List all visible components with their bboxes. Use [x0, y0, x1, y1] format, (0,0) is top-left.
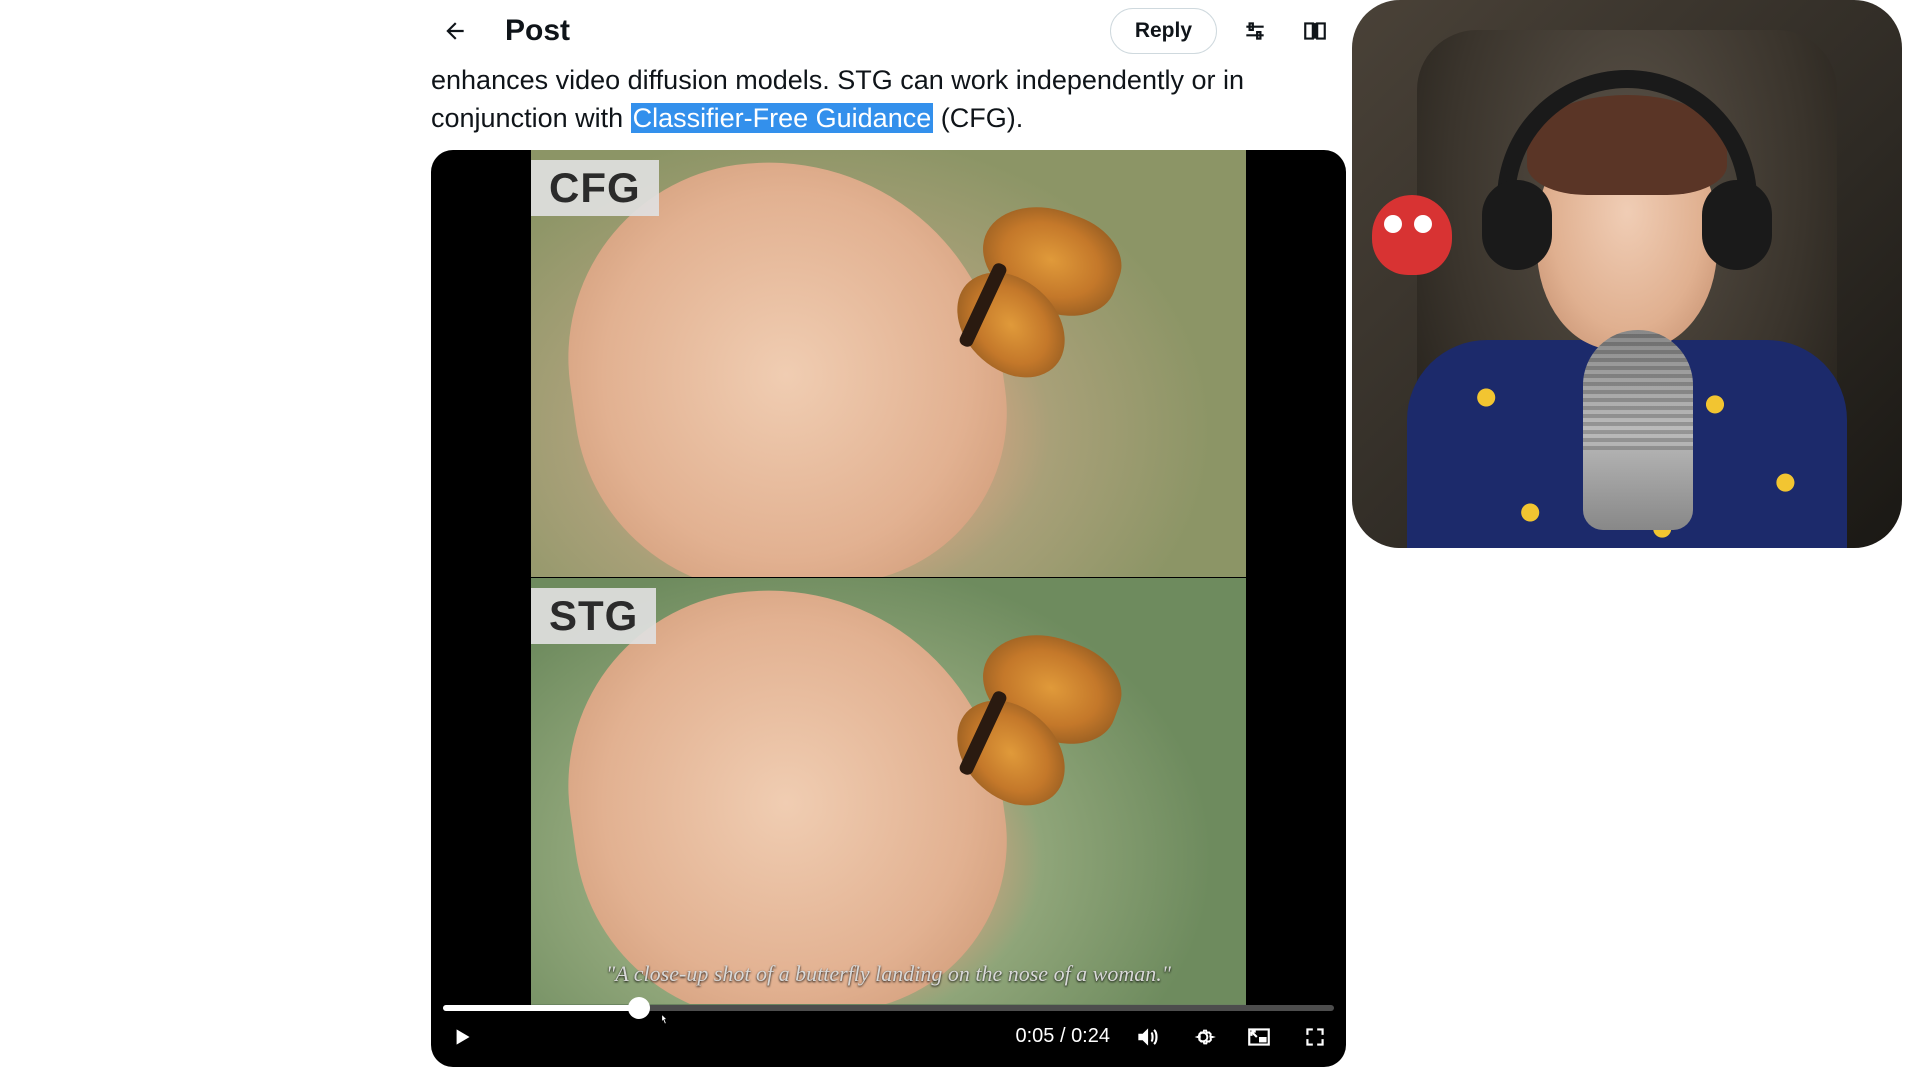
video-time: 0:05 / 0:24	[1015, 1025, 1110, 1048]
fullscreen-button[interactable]	[1296, 1018, 1334, 1056]
miniplayer-button[interactable]	[1240, 1018, 1278, 1056]
post-text-line1: enhances video diffusion models. STG can…	[431, 65, 1244, 95]
book-open-icon	[1302, 18, 1328, 44]
gear-icon	[1190, 1024, 1216, 1050]
comparison-bottom: STG	[531, 577, 1246, 1004]
webcam-overlay	[1352, 0, 1902, 548]
play-icon	[449, 1024, 475, 1050]
adjust-button[interactable]	[1233, 9, 1277, 53]
pip-icon	[1246, 1024, 1272, 1050]
comparison-label-bottom: STG	[531, 588, 656, 644]
play-button[interactable]	[443, 1018, 481, 1056]
comparison-top: CFG	[531, 150, 1246, 577]
video-player: CFG STG "A close-up shot of a butterfly …	[431, 150, 1346, 1067]
video-progress-fill	[443, 1005, 639, 1011]
video-controls: 0:05 / 0:24	[443, 1015, 1334, 1059]
volume-icon	[1134, 1024, 1160, 1050]
butterfly-illustration	[881, 638, 1141, 818]
time-current: 0:05	[1015, 1025, 1054, 1047]
page-title: Post	[505, 14, 1094, 48]
sliders-icon	[1242, 18, 1268, 44]
video-frame[interactable]: CFG STG "A close-up shot of a butterfly …	[531, 150, 1246, 1005]
settings-button[interactable]	[1184, 1018, 1222, 1056]
reply-button[interactable]: Reply	[1110, 8, 1217, 54]
video-caption: "A close-up shot of a butterfly landing …	[606, 961, 1171, 987]
post-body: enhances video diffusion models. STG can…	[425, 62, 1345, 1067]
post-text-line2-suffix: (CFG).	[933, 103, 1023, 133]
arrow-left-icon	[442, 18, 468, 44]
comparison-label-top: CFG	[531, 160, 659, 216]
video-progress-bar[interactable]	[443, 1005, 1334, 1011]
reader-button[interactable]	[1293, 9, 1337, 53]
fullscreen-icon	[1302, 1024, 1328, 1050]
post-header: Post Reply	[425, 0, 1345, 62]
highlighted-term: Classifier-Free Guidance	[631, 103, 934, 133]
butterfly-illustration	[881, 210, 1141, 390]
volume-button[interactable]	[1128, 1018, 1166, 1056]
post-text: enhances video diffusion models. STG can…	[431, 62, 1339, 138]
back-button[interactable]	[433, 9, 477, 53]
post-text-line2-prefix: conjunction with	[431, 103, 631, 133]
time-total: 0:24	[1071, 1025, 1110, 1047]
